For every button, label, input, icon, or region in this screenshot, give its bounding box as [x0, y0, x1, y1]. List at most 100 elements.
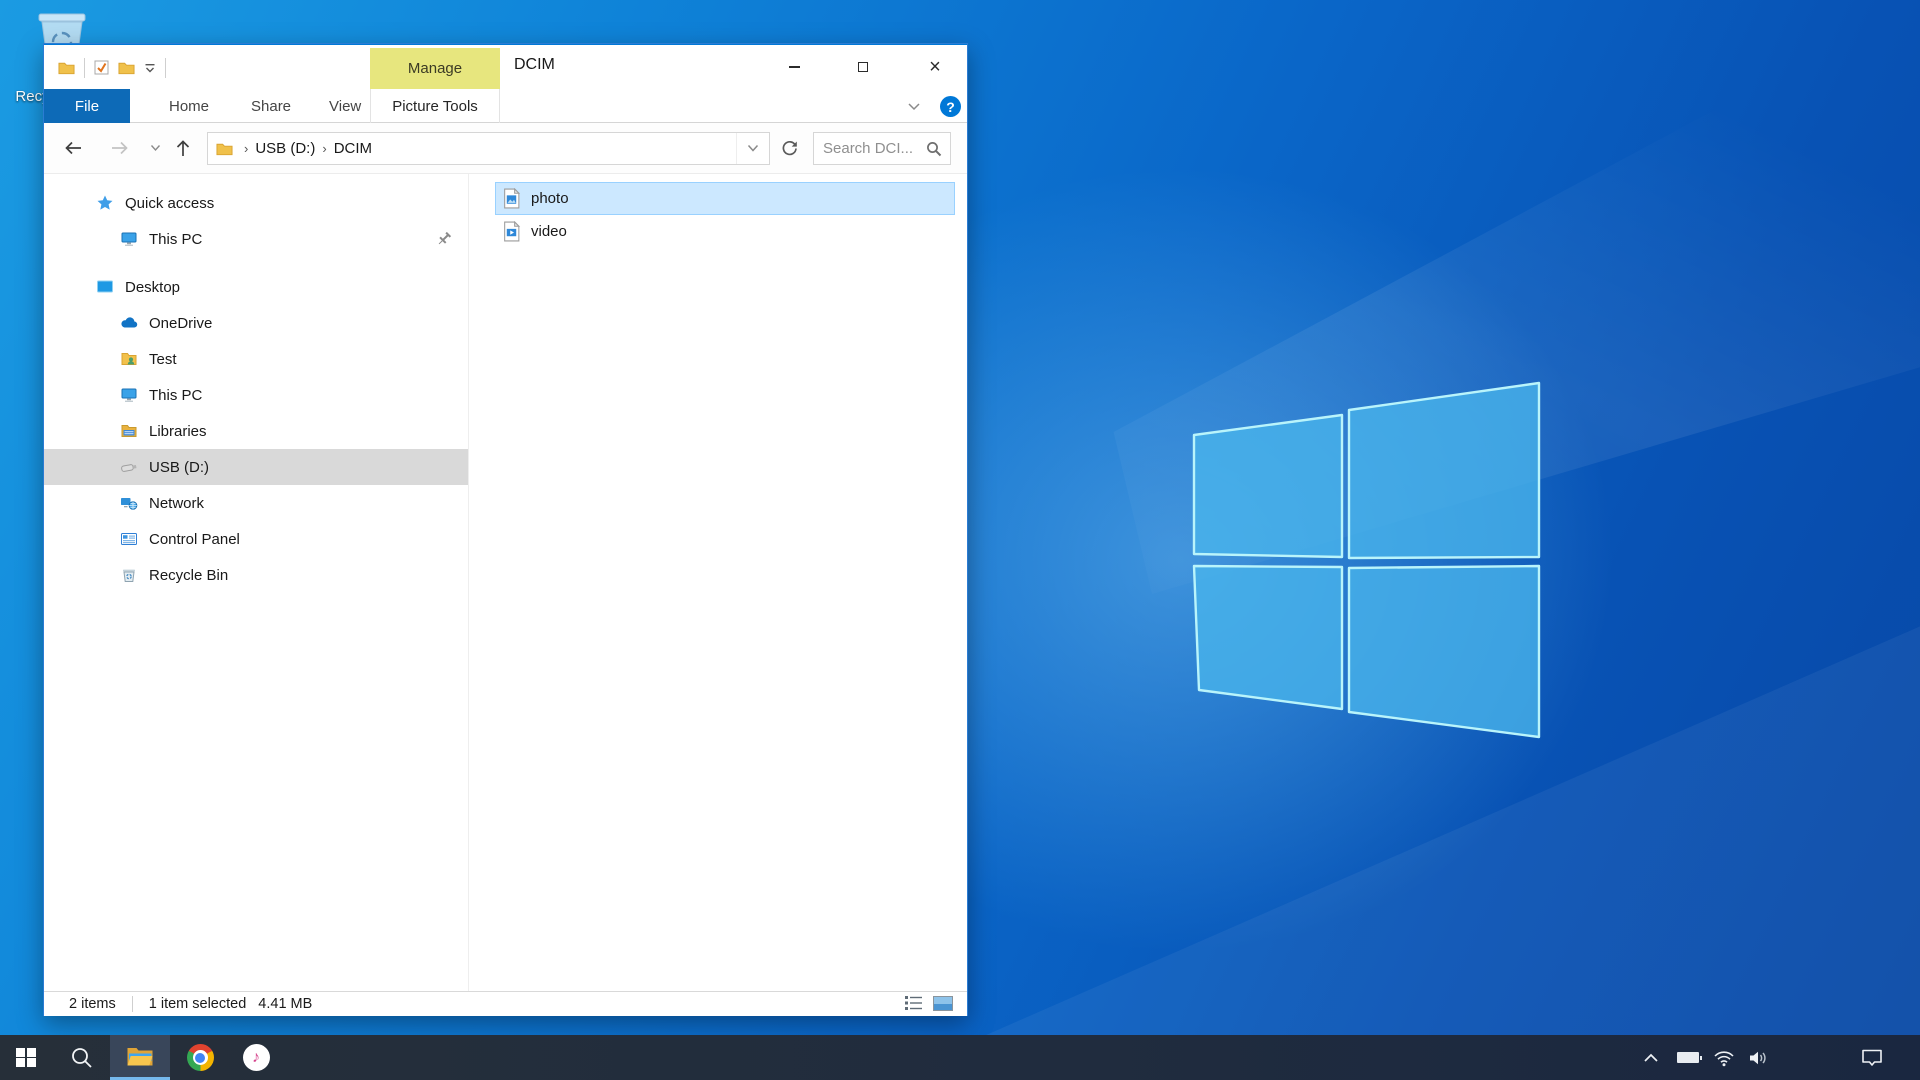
tool-tab-group-manage[interactable]: Manage: [370, 48, 500, 89]
sidebar-item-label: Libraries: [149, 423, 207, 440]
desktop-icon: [96, 278, 114, 296]
action-center-button[interactable]: [1852, 1035, 1892, 1080]
windows-logo: [1185, 380, 1550, 745]
sidebar-item-label: Network: [149, 495, 204, 512]
start-button[interactable]: [2, 1035, 50, 1080]
file-list: photo video: [469, 174, 967, 991]
recent-locations-chevron-icon[interactable]: [140, 133, 170, 163]
network-tray-icon[interactable]: [1708, 1035, 1740, 1080]
image-file-icon: [502, 188, 521, 209]
thumbnail-view-icon[interactable]: [933, 996, 953, 1011]
address-bar[interactable]: › USB (D:) › DCIM: [207, 132, 770, 165]
close-button[interactable]: ×: [912, 45, 958, 89]
itunes-icon: ♪: [243, 1044, 270, 1071]
network-icon: [120, 494, 138, 512]
sidebar-item-label: Quick access: [125, 195, 214, 212]
tab-home[interactable]: Home: [169, 89, 209, 123]
toolbar-separator: [84, 58, 85, 78]
chrome-icon: [187, 1044, 214, 1071]
star-icon: [96, 194, 114, 212]
sidebar-item-libraries[interactable]: Libraries: [44, 413, 468, 449]
up-button[interactable]: [168, 133, 198, 163]
address-dropdown-chevron-icon[interactable]: [736, 133, 769, 164]
battery-icon: [1677, 1052, 1699, 1063]
sidebar-item-this-pc-pinned[interactable]: This PC: [44, 221, 468, 257]
ribbon-tab-row: File Home Share View Picture Tools ?: [44, 89, 967, 123]
breadcrumb-usb[interactable]: USB (D:): [255, 140, 315, 157]
window-content: Quick access This PC Desktop: [44, 174, 967, 991]
search-icon[interactable]: [926, 141, 950, 157]
refresh-button[interactable]: [774, 132, 804, 165]
breadcrumb-chevron[interactable]: ›: [237, 141, 255, 156]
navigation-pane: Quick access This PC Desktop: [44, 174, 469, 991]
taskbar-itunes-button[interactable]: ♪: [228, 1035, 284, 1080]
sidebar-item-label: Recycle Bin: [149, 567, 228, 584]
folder-icon[interactable]: [58, 61, 75, 75]
taskbar-chrome-button[interactable]: [172, 1035, 228, 1080]
file-name: photo: [531, 190, 569, 207]
sidebar-item-label: Desktop: [125, 279, 180, 296]
sidebar-item-label: USB (D:): [149, 459, 209, 476]
file-explorer-icon: [126, 1044, 154, 1068]
toolbar-separator: [165, 58, 166, 78]
window-title: DCIM: [514, 56, 555, 74]
recycle-bin-icon: [120, 566, 138, 584]
battery-tray-icon[interactable]: [1672, 1035, 1704, 1080]
back-button[interactable]: [58, 133, 88, 163]
status-selection: 1 item selected: [149, 996, 247, 1012]
control-panel-icon: [120, 530, 138, 548]
hidden-icons-button[interactable]: [1634, 1035, 1668, 1080]
taskbar: ♪: [0, 1035, 1920, 1080]
libraries-icon: [120, 422, 138, 440]
quick-access-toolbar: [58, 45, 166, 90]
sidebar-item-label: OneDrive: [149, 315, 212, 332]
chevron-up-icon: [1643, 1052, 1659, 1064]
status-divider: [132, 996, 133, 1012]
sidebar-item-control-panel[interactable]: Control Panel: [44, 521, 468, 557]
tab-picture-tools[interactable]: Picture Tools: [370, 89, 500, 123]
tab-view[interactable]: View: [329, 89, 361, 123]
onedrive-cloud-icon: [120, 314, 138, 332]
collapse-ribbon-chevron-icon[interactable]: [906, 98, 922, 114]
title-bar: Manage DCIM ×: [44, 44, 967, 89]
minimize-button[interactable]: [771, 45, 817, 89]
status-bar: 2 items 1 item selected 4.41 MB: [44, 991, 967, 1016]
usb-drive-icon: [120, 458, 138, 476]
sidebar-item-this-pc[interactable]: This PC: [44, 377, 468, 413]
file-explorer-window: Manage DCIM × File Home Share View Pictu…: [43, 43, 968, 1016]
taskbar-search-button[interactable]: [58, 1035, 106, 1080]
sidebar-item-quick-access[interactable]: Quick access: [44, 185, 468, 221]
sidebar-item-usb-d[interactable]: USB (D:): [44, 449, 468, 485]
windows-start-icon: [16, 1048, 36, 1068]
file-row-photo[interactable]: photo: [495, 182, 955, 215]
file-row-video[interactable]: video: [495, 215, 955, 248]
sidebar-item-onedrive[interactable]: OneDrive: [44, 305, 468, 341]
action-center-icon: [1860, 1048, 1884, 1068]
new-folder-icon[interactable]: [118, 61, 135, 75]
breadcrumb-chevron[interactable]: ›: [315, 141, 333, 156]
breadcrumb-dcim[interactable]: DCIM: [334, 140, 372, 157]
maximize-button[interactable]: [840, 45, 886, 89]
customize-qat-chevron-icon[interactable]: [144, 62, 156, 74]
navigation-toolbar: › USB (D:) › DCIM: [44, 123, 967, 174]
properties-icon[interactable]: [94, 60, 109, 75]
tab-file[interactable]: File: [44, 89, 130, 123]
address-folder-icon: [216, 142, 233, 156]
sidebar-item-test[interactable]: Test: [44, 341, 468, 377]
sidebar-item-recycle-bin[interactable]: Recycle Bin: [44, 557, 468, 593]
forward-button[interactable]: [105, 133, 135, 163]
sidebar-item-network[interactable]: Network: [44, 485, 468, 521]
pin-icon: [436, 231, 452, 247]
search-box[interactable]: [813, 132, 951, 165]
details-view-icon[interactable]: [904, 995, 923, 1012]
sidebar-item-label: Control Panel: [149, 531, 240, 548]
sidebar-item-desktop[interactable]: Desktop: [44, 269, 468, 305]
tab-share[interactable]: Share: [251, 89, 291, 123]
video-file-icon: [502, 221, 521, 242]
taskbar-file-explorer-button[interactable]: [110, 1035, 170, 1080]
search-input[interactable]: [814, 140, 926, 157]
monitor-icon: [120, 386, 138, 404]
wifi-icon: [1713, 1049, 1735, 1067]
volume-tray-icon[interactable]: [1743, 1035, 1775, 1080]
help-icon[interactable]: ?: [940, 96, 961, 117]
